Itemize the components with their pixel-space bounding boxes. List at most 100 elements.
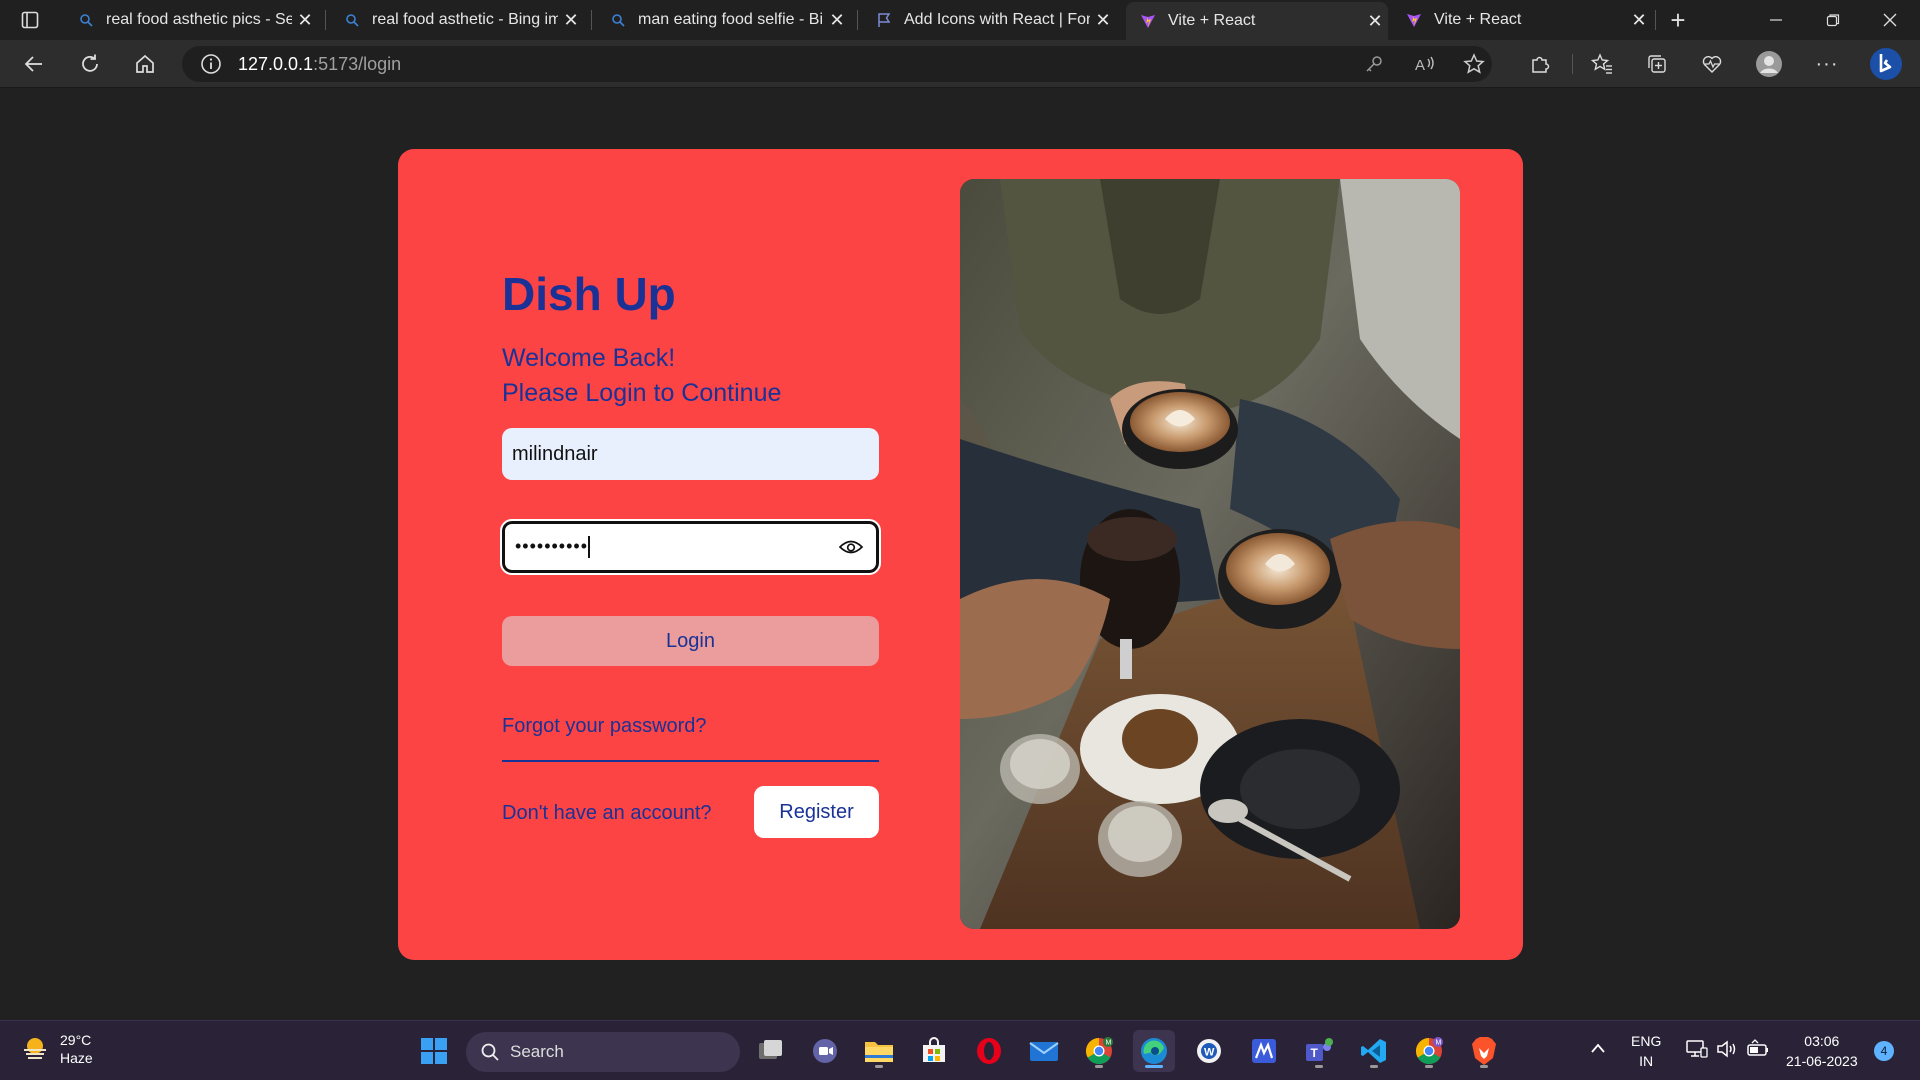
tab-title: real food asthetic pics - Sea [106,11,292,28]
url-host: 127.0.0.1 [238,53,314,74]
chrome-icon: M [1085,1037,1113,1065]
edge-button[interactable] [1133,1030,1175,1072]
w-app-icon: W [1197,1039,1221,1063]
no-account-text: Don't have an account? [502,802,712,824]
tab-3[interactable]: man eating food selfie - Bin ✕ [596,4,850,36]
new-tab-button[interactable]: + [1662,4,1694,36]
clock-time: 03:06 [1804,1033,1840,1049]
task-view-button[interactable] [749,1030,791,1072]
svg-text:M: M [1436,1040,1442,1047]
mail-icon [1029,1042,1059,1061]
brave-icon [1472,1037,1496,1065]
plus-icon: + [1670,4,1686,35]
close-tab-icon[interactable]: ✕ [1362,8,1388,34]
running-indicator [1095,1065,1103,1068]
register-button[interactable]: Register [754,786,879,838]
vscode-icon [1361,1039,1386,1063]
home-button[interactable] [127,48,163,80]
close-window-button[interactable] [1862,0,1918,40]
password-key-button[interactable] [1358,48,1390,80]
brave-button[interactable] [1463,1030,1505,1072]
running-indicator [1370,1065,1378,1068]
clock[interactable]: 03:06 21-06-2023 [1786,1031,1858,1071]
close-tab-icon[interactable]: ✕ [292,7,318,33]
hero-photo [960,179,1460,929]
login-button[interactable]: Login [502,616,879,666]
favorites-button[interactable] [1586,48,1618,80]
settings-more-button[interactable]: ··· [1811,48,1843,80]
profile-button[interactable] [1753,48,1785,80]
show-password-icon[interactable] [836,532,866,562]
opera-button[interactable] [968,1030,1010,1072]
teams-chat-button[interactable] [804,1030,846,1072]
tab-actions-icon [21,11,39,29]
close-tab-icon[interactable]: ✕ [558,7,584,33]
bing-icon [1870,48,1902,80]
password-field[interactable]: •••••••••• [500,519,881,575]
notification-badge[interactable]: 4 [1874,1041,1894,1061]
tab-actions-button[interactable] [0,0,60,40]
tab-4[interactable]: Add Icons with React | Font ✕ [862,4,1116,36]
restore-button[interactable] [1805,0,1861,40]
store-icon [923,1037,945,1062]
chrome-profile-m2-button[interactable]: M [1408,1030,1450,1072]
collections-button[interactable] [1641,48,1673,80]
minimize-button[interactable] [1748,0,1804,40]
bing-chat-button[interactable] [1866,46,1906,82]
tab-title: real food asthetic - Bing ima [372,11,558,28]
chrome-icon: M [1415,1037,1443,1065]
svg-text:W: W [1204,1047,1215,1059]
volume-icon[interactable] [1716,1039,1738,1064]
chevron-up-icon [1591,1043,1605,1053]
close-tab-icon[interactable]: ✕ [824,7,850,33]
battery-icon[interactable] [1746,1039,1770,1064]
display-icon[interactable] [1686,1039,1708,1064]
close-tab-icon[interactable]: ✕ [1626,7,1652,33]
mail-button[interactable] [1023,1030,1065,1072]
tab-2[interactable]: real food asthetic - Bing ima ✕ [330,4,584,36]
chrome-profile-m-button[interactable]: M [1078,1030,1120,1072]
vite-icon [1406,12,1422,28]
clock-date: 21-06-2023 [1786,1053,1858,1069]
welcome-text: Welcome Back! Please Login to Continue [502,341,781,411]
welcome-line-1: Welcome Back! [502,344,676,372]
start-button[interactable] [413,1030,455,1072]
collections-icon [1648,55,1666,73]
edge-icon [1141,1038,1167,1064]
avatar-icon [1756,51,1782,77]
coffee-cheers-illustration [960,179,1460,929]
tab-separator [1655,10,1656,30]
svg-text:A: A [1415,57,1425,74]
address-bar[interactable]: 127.0.0.1:5173/login [182,46,1492,82]
tab-1[interactable]: real food asthetic pics - Sea ✕ [64,4,318,36]
key-icon [1366,56,1382,72]
read-aloud-button[interactable]: A [1409,48,1441,80]
weather-widget[interactable]: 29°C Haze [20,1031,93,1067]
back-button[interactable] [16,48,52,80]
file-explorer-button[interactable] [858,1030,900,1072]
region-code: IN [1639,1053,1654,1069]
forgot-password-link[interactable]: Forgot your password? [502,715,707,738]
home-icon [136,54,154,73]
show-hidden-icons-button[interactable] [1590,1039,1606,1059]
language-code: ENG [1631,1033,1662,1049]
app-m-button[interactable] [1243,1030,1285,1072]
info-icon[interactable] [200,53,222,75]
extensions-button[interactable] [1524,48,1556,80]
taskbar-search[interactable]: Search [466,1032,740,1072]
vscode-button[interactable] [1353,1030,1395,1072]
flag-icon [876,12,892,28]
username-field[interactable]: milindnair [502,428,879,480]
browser-essentials-button[interactable] [1696,48,1728,80]
tab-5-active[interactable]: Vite + React ✕ [1126,2,1388,40]
add-favorite-button[interactable] [1458,48,1490,80]
microsoft-store-button[interactable] [913,1030,955,1072]
language-indicator[interactable]: ENG IN [1631,1031,1661,1071]
tab-6[interactable]: Vite + React ✕ [1392,4,1652,36]
close-tab-icon[interactable]: ✕ [1090,7,1116,33]
teams-button[interactable]: T [1298,1030,1340,1072]
password-masked-text: •••••••••• [515,535,589,556]
running-indicator [875,1065,883,1068]
app-w-button[interactable]: W [1188,1030,1230,1072]
refresh-button[interactable] [72,48,108,80]
